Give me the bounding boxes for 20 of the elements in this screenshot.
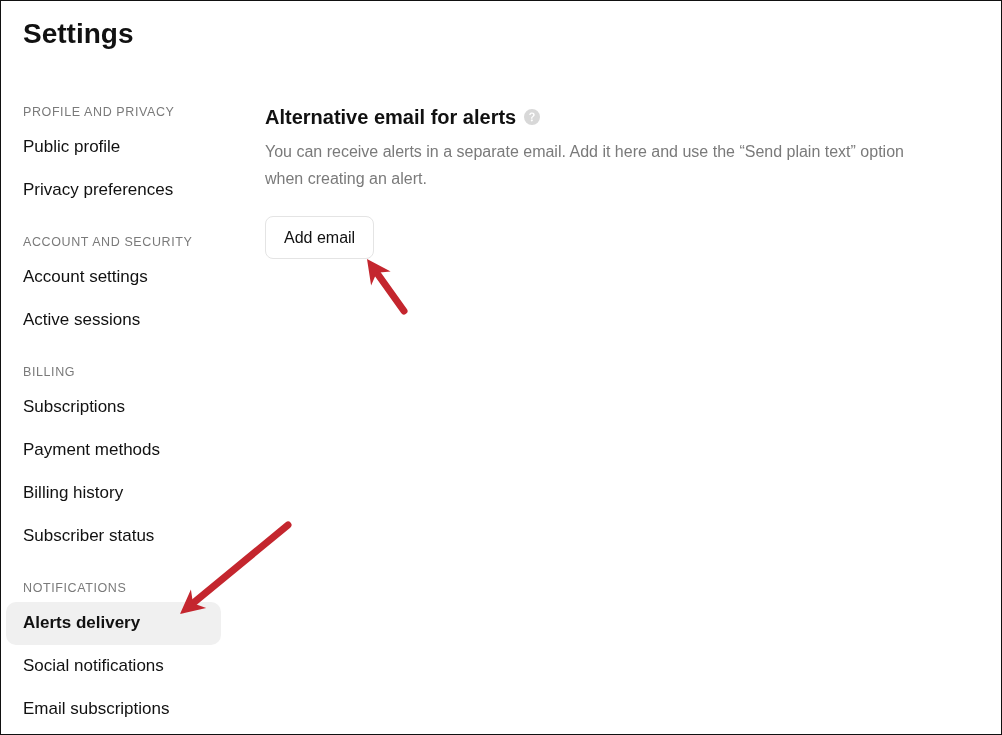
section-heading: NOTIFICATIONS (22, 580, 127, 596)
add-email-button[interactable]: Add email (265, 216, 375, 259)
page-title: Settings (23, 17, 134, 51)
sidebar-item[interactable]: Billing history (6, 471, 221, 515)
sidebar-item[interactable]: Privacy preferences (6, 168, 221, 212)
sidebar-item[interactable]: Public profile (6, 125, 221, 169)
sidebar-item[interactable]: Payment methods (6, 428, 221, 472)
help-icon[interactable] (524, 109, 541, 125)
sidebar-item[interactable]: Social notifications (6, 644, 221, 688)
sidebar-item[interactable]: Account settings (6, 255, 221, 299)
section-heading: PROFILE AND PRIVACY (22, 104, 175, 120)
section-heading: ACCOUNT AND SECURITY (22, 234, 193, 250)
sidebar-item[interactable]: Alerts delivery (6, 601, 221, 645)
sidebar-item[interactable]: Subscriber status (6, 514, 221, 558)
section-title: Alternative email for alerts (265, 105, 517, 129)
sidebar-item[interactable]: Email subscriptions (6, 687, 221, 731)
section-heading: BILLING (22, 364, 76, 380)
sidebar-item[interactable]: Active sessions (6, 298, 221, 342)
description-text: You can receive alerts in a separate email. Add it here and use the “Send plain text” option when creating an alert. (265, 141, 905, 189)
sidebar-item[interactable]: Subscriptions (6, 385, 221, 429)
